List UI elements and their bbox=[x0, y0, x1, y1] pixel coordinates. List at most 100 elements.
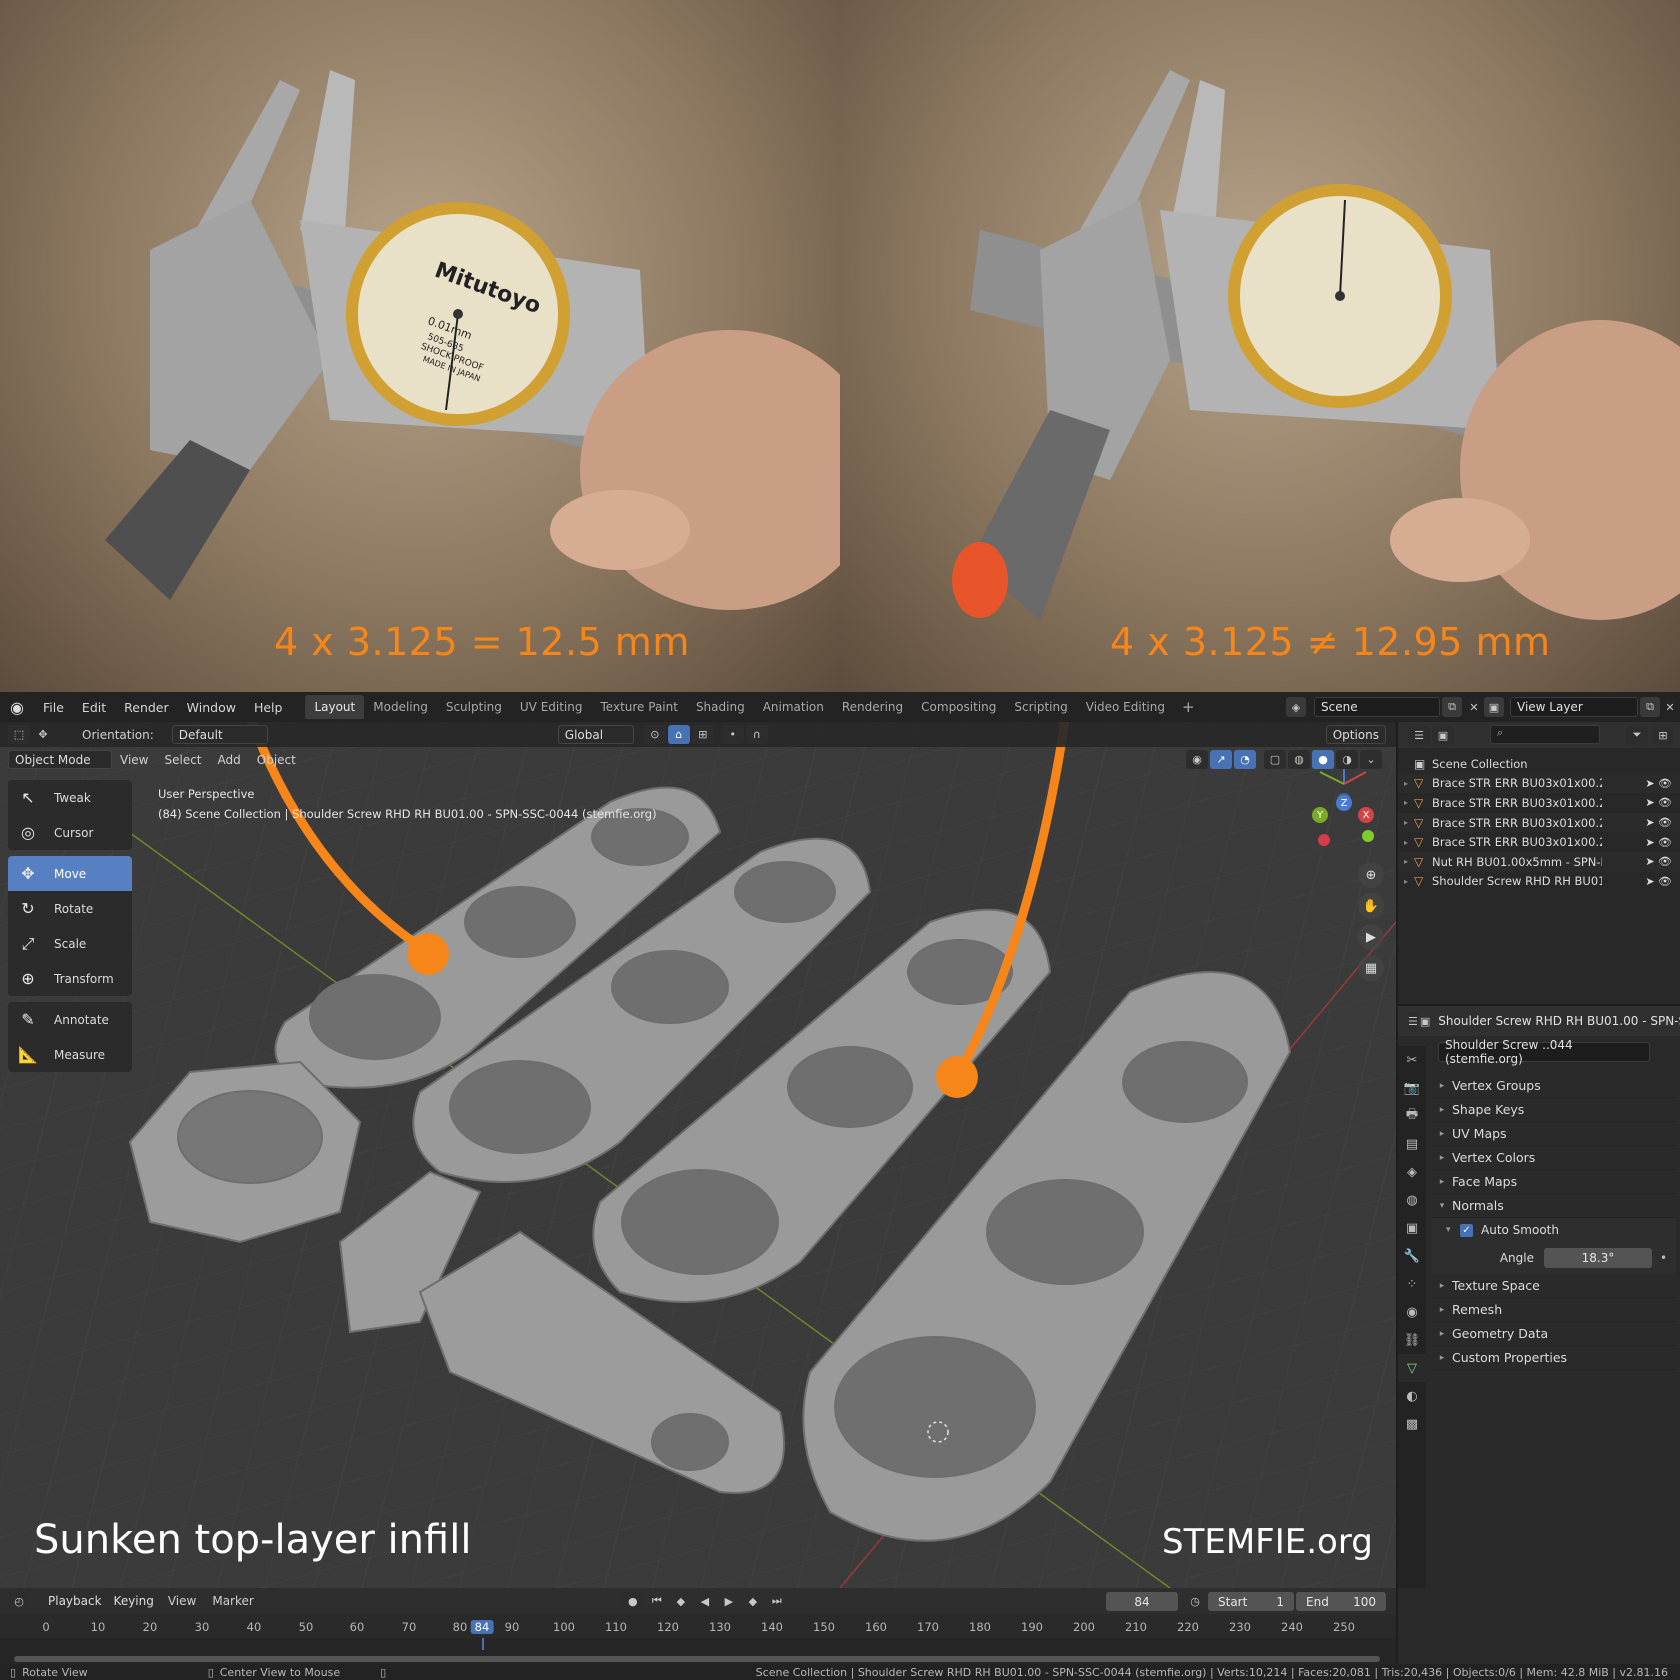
pivot-point-icon[interactable]: ⊙ bbox=[643, 725, 666, 744]
camera-view-icon[interactable]: ▶ bbox=[1358, 924, 1384, 950]
current-frame-field[interactable]: 84 bbox=[1106, 1592, 1178, 1611]
proportional-edit-icon[interactable]: • bbox=[721, 725, 744, 744]
jump-end-icon[interactable]: ⏭ bbox=[766, 1592, 788, 1611]
menu-render[interactable]: Render bbox=[115, 700, 178, 715]
xray-icon[interactable]: ▢ bbox=[1264, 750, 1286, 769]
viewport-menu-object[interactable]: Object bbox=[249, 753, 304, 767]
tool-annotate[interactable]: ✎ Annotate bbox=[8, 1002, 132, 1037]
tool-transform[interactable]: ⊕ Transform bbox=[8, 961, 132, 996]
select-and-visibility-icon[interactable]: ➤ 👁 bbox=[1645, 836, 1672, 849]
outliner-root[interactable]: ▣ Scene Collection bbox=[1398, 754, 1680, 774]
scene-field[interactable]: Scene bbox=[1314, 697, 1440, 717]
orientation-dropdown[interactable]: Default bbox=[171, 725, 268, 744]
play-icon[interactable]: ▶ bbox=[718, 1592, 740, 1611]
timeline-menu-playback[interactable]: Playback bbox=[42, 1592, 108, 1611]
gizmo-z-axis[interactable]: Z bbox=[1336, 795, 1352, 811]
prev-keyframe-icon[interactable]: ◆ bbox=[670, 1592, 692, 1611]
timeline-editor-type-icon[interactable]: ◴ bbox=[8, 1591, 30, 1611]
move-tool-icon[interactable]: ✥ bbox=[32, 725, 54, 744]
scene-browse-icon[interactable]: ◈ bbox=[1286, 697, 1306, 717]
panel-remesh[interactable]: ▸ Remesh bbox=[1432, 1298, 1676, 1322]
object-tab-icon[interactable]: ▣ bbox=[1398, 1214, 1426, 1242]
display-mode-icon[interactable]: ▣ bbox=[1432, 725, 1454, 745]
constraints-tab-icon[interactable]: ⛓ bbox=[1398, 1326, 1426, 1354]
modifier-tab-icon[interactable]: 🔧 bbox=[1398, 1242, 1426, 1270]
tab-sculpting[interactable]: Sculpting bbox=[437, 695, 511, 719]
texture-tab-icon[interactable]: ▩ bbox=[1398, 1410, 1426, 1438]
outliner-item[interactable]: ▸▽Brace STR ERR BU03x01x00.25 -➤ 👁 bbox=[1398, 812, 1680, 833]
tab-scripting[interactable]: Scripting bbox=[1005, 695, 1076, 719]
viewport-menu-view[interactable]: View bbox=[112, 753, 156, 767]
outliner-editor-type-icon[interactable]: ☰ bbox=[1408, 725, 1430, 745]
viewport-menu-select[interactable]: Select bbox=[156, 753, 209, 767]
object-mode-dropdown[interactable]: Object Mode bbox=[8, 750, 112, 769]
delete-view-layer-icon[interactable]: ✕ bbox=[1660, 697, 1680, 717]
panel-texture-space[interactable]: ▸ Texture Space bbox=[1432, 1274, 1676, 1298]
view-layer-browse-icon[interactable]: ▣ bbox=[1484, 697, 1504, 717]
overlays-icon[interactable]: ◔ bbox=[1234, 750, 1256, 769]
tab-shading[interactable]: Shading bbox=[687, 695, 754, 719]
tab-animation[interactable]: Animation bbox=[754, 695, 833, 719]
outliner-item[interactable]: ▸▽Brace STR ERR BU03x01x00.25 -➤ 👁 bbox=[1398, 832, 1680, 852]
gizmo-toggle-icon[interactable]: ↗ bbox=[1210, 750, 1232, 769]
select-and-visibility-icon[interactable]: ➤ 👁 bbox=[1645, 875, 1672, 888]
angle-field[interactable]: 18.3° bbox=[1544, 1248, 1652, 1268]
tool-tweak[interactable]: ↖ Tweak bbox=[8, 780, 132, 815]
play-reverse-icon[interactable]: ◀ bbox=[694, 1592, 716, 1611]
tool-tab-icon[interactable]: ✂ bbox=[1398, 1046, 1426, 1074]
tab-layout[interactable]: Layout bbox=[305, 695, 365, 719]
world-tab-icon[interactable]: ◍ bbox=[1398, 1186, 1426, 1214]
panel-shape-keys[interactable]: ▸ Shape Keys bbox=[1432, 1098, 1676, 1122]
new-view-layer-icon[interactable]: ⧉ bbox=[1640, 697, 1660, 717]
tool-move[interactable]: ✥ Move bbox=[8, 856, 132, 891]
properties-editor-type-icon[interactable]: ☰ bbox=[1408, 1011, 1418, 1031]
add-workspace-button[interactable]: + bbox=[1174, 698, 1203, 716]
auto-smooth-checkbox[interactable]: ✓ bbox=[1460, 1223, 1473, 1237]
menu-edit[interactable]: Edit bbox=[73, 700, 115, 715]
view-layer-field[interactable]: View Layer bbox=[1510, 697, 1638, 717]
visibility-icon[interactable]: ◉ bbox=[1186, 750, 1208, 769]
output-tab-icon[interactable]: 🖶 bbox=[1398, 1102, 1426, 1130]
tool-measure[interactable]: 📐 Measure bbox=[8, 1037, 132, 1072]
blender-logo-icon[interactable]: ◉ bbox=[0, 698, 34, 717]
ortho-grid-icon[interactable]: ▦ bbox=[1358, 955, 1384, 981]
gizmo-y-axis[interactable]: Y bbox=[1312, 807, 1328, 823]
snap-target-icon[interactable]: ⊞ bbox=[691, 725, 714, 744]
view-layer-tab-icon[interactable]: ▤ bbox=[1398, 1130, 1426, 1158]
panel-vertex-groups[interactable]: ▸ Vertex Groups bbox=[1432, 1074, 1676, 1098]
viewport-menu-add[interactable]: Add bbox=[210, 753, 249, 767]
timeline-menu-keying[interactable]: Keying bbox=[108, 1592, 160, 1611]
tab-rendering[interactable]: Rendering bbox=[833, 695, 912, 719]
particles-tab-icon[interactable]: ⁘ bbox=[1398, 1270, 1426, 1298]
3d-viewport[interactable]: Z X Y ⬚ ✥ Orientation: Default Global ⊙ … bbox=[0, 722, 1396, 1588]
select-and-visibility-icon[interactable]: ➤ 👁 bbox=[1645, 855, 1672, 868]
panel-face-maps[interactable]: ▸ Face Maps bbox=[1432, 1170, 1676, 1194]
physics-tab-icon[interactable]: ◉ bbox=[1398, 1298, 1426, 1326]
mesh-data-tab-icon[interactable]: ▽ bbox=[1398, 1354, 1426, 1382]
tool-scale[interactable]: ⤢ Scale bbox=[8, 926, 132, 961]
menu-help[interactable]: Help bbox=[245, 700, 292, 715]
tool-cursor[interactable]: ◎ Cursor bbox=[8, 815, 132, 850]
tab-video-editing[interactable]: Video Editing bbox=[1077, 695, 1174, 719]
preview-range-icon[interactable]: ◷ bbox=[1184, 1592, 1206, 1611]
tab-uv-editing[interactable]: UV Editing bbox=[511, 695, 592, 719]
next-keyframe-icon[interactable]: ◆ bbox=[742, 1592, 764, 1611]
jump-start-icon[interactable]: ⏮ bbox=[646, 1592, 668, 1611]
timeline-ruler[interactable]: 0 10 20 30 40 50 60 70 80 84 90 100 110 … bbox=[0, 1614, 1396, 1638]
solid-shading-icon[interactable]: ● bbox=[1312, 750, 1334, 769]
snap-toggle-icon[interactable]: ⌂ bbox=[667, 725, 690, 744]
record-icon[interactable]: ● bbox=[621, 1591, 644, 1611]
outliner-item[interactable]: ▸▽Shoulder Screw RHD RH BU01.00➤ 👁 bbox=[1398, 872, 1680, 892]
falloff-icon[interactable]: ∩ bbox=[745, 725, 768, 744]
auto-smooth-row[interactable]: ▾ ✓ Auto Smooth bbox=[1432, 1218, 1676, 1242]
outliner-item[interactable]: ▸▽Nut RH BU01.00x5mm - SPN-NUT➤ 👁 bbox=[1398, 851, 1680, 872]
pan-hand-icon[interactable]: ✋ bbox=[1358, 893, 1384, 919]
zoom-icon[interactable]: ⊕ bbox=[1358, 862, 1384, 888]
timeline-track[interactable] bbox=[0, 1638, 1396, 1664]
new-scene-icon[interactable]: ⧉ bbox=[1442, 697, 1462, 717]
outliner-item[interactable]: ▸▽Brace STR ERR BU03x01x00.25 -➤ 👁 bbox=[1398, 773, 1680, 794]
start-frame-field[interactable]: Start 1 bbox=[1208, 1592, 1294, 1611]
delete-scene-icon[interactable]: ✕ bbox=[1464, 697, 1484, 717]
select-and-visibility-icon[interactable]: ➤ 👁 bbox=[1645, 816, 1672, 829]
menu-window[interactable]: Window bbox=[178, 700, 245, 715]
